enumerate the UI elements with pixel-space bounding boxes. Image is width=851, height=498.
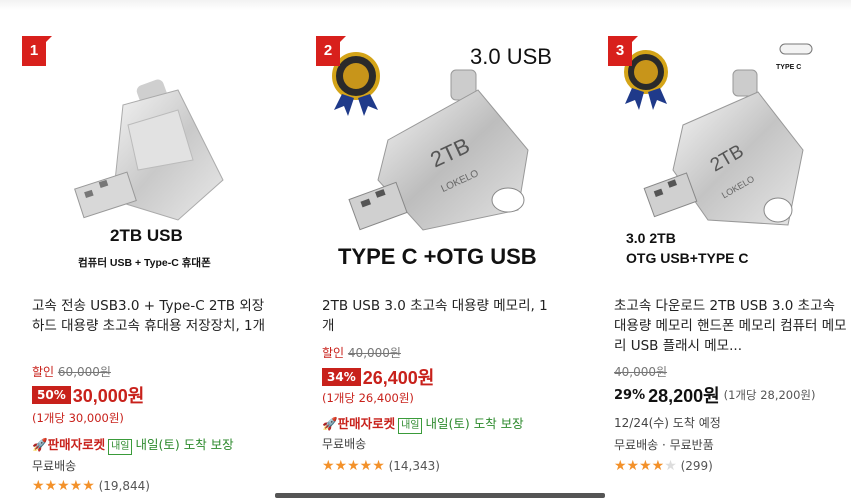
delivery-row: 🚀판매자로켓 내일 내일(토) 도착 보장 <box>32 434 234 455</box>
shipping-info: 무료배송 · 무료반품 <box>614 438 714 452</box>
rating-row: ★★★★★ (19,844) <box>32 478 150 494</box>
discount-label: 할인 <box>322 346 345 360</box>
image-caption-main: 2TB USB <box>110 226 183 245</box>
rank-badge: 1 <box>22 36 52 66</box>
discount-percent-badge: 50% <box>32 386 71 404</box>
product-card-1[interactable]: 2TB USB 컴퓨터 USB + Type-C 휴대폰 1 고속 전송 USB… <box>18 30 288 498</box>
top-divider <box>0 0 851 10</box>
discount-label: 할인 <box>32 365 55 379</box>
delivery-estimate: 12/24(수) 도착 예정 <box>614 416 721 430</box>
product-title[interactable]: 초고속 다운로드 2TB USB 3.0 초고속 대용량 메모리 핸드폰 메모리… <box>614 296 850 356</box>
original-price: 40,000원 <box>614 365 668 379</box>
discount-percent-badge: 34% <box>322 368 361 386</box>
rating-stars: ★★★★★ <box>322 458 385 474</box>
sale-price: 30,000원 <box>72 386 145 406</box>
review-count: (299) <box>680 459 713 473</box>
rocket-delivery-label: 🚀판매자로켓 <box>32 437 106 452</box>
product-card-3[interactable]: TYPE C 2TB LOKELO 3.0 2TB OTG USB+TYPE C… <box>598 30 851 498</box>
delivery-guarantee: 내일(토) 도착 보장 <box>425 416 524 431</box>
rank-badge: 3 <box>608 36 638 66</box>
tomorrow-badge: 내일 <box>398 418 423 434</box>
price-row: 29% 28,200원 (1개당 28,200원) <box>614 382 816 408</box>
image-caption-main: 3.0 2TB <box>626 230 676 246</box>
unit-price: (1개당 26,400원) <box>322 391 414 405</box>
rating-row: ★★★★★ (14,343) <box>322 458 440 474</box>
horizontal-scrollbar[interactable] <box>275 493 605 498</box>
review-count: (14,343) <box>388 459 440 473</box>
image-caption-top: 3.0 USB <box>470 44 552 69</box>
original-price: 60,000원 <box>57 365 111 379</box>
discount-row: 40,000원 <box>614 363 667 380</box>
sale-price: 28,200원 <box>648 386 720 406</box>
price-row: 50% 30,000원 <box>32 382 144 408</box>
shipping-info: 무료배송 <box>32 459 77 473</box>
rating-row: ★★★★★ (299) <box>614 458 713 474</box>
original-price: 40,000원 <box>347 346 401 360</box>
discount-row: 할인 40,000원 <box>322 344 401 361</box>
rank-badge: 2 <box>316 36 346 66</box>
image-caption-sub: OTG USB+TYPE C <box>626 250 749 266</box>
image-caption-sub: 컴퓨터 USB + Type-C 휴대폰 <box>78 257 211 269</box>
delivery-row: 🚀판매자로켓 내일 내일(토) 도착 보장 <box>322 413 524 434</box>
usb-drive-image <box>74 79 224 221</box>
rating-stars: ★★★★★ <box>32 478 95 494</box>
product-card-2[interactable]: 2TB LOKELO 3.0 USB TYPE C +OTG USB 2 2TB… <box>308 30 578 498</box>
sale-price: 26,400원 <box>362 368 435 388</box>
product-title[interactable]: 고속 전송 USB3.0 + Type-C 2TB 외장하드 대용량 초고속 휴… <box>32 296 270 336</box>
product-image[interactable]: TYPE C 2TB LOKELO 3.0 2TB OTG USB+TYPE C <box>608 30 851 285</box>
product-image[interactable]: 2TB USB 컴퓨터 USB + Type-C 휴대폰 <box>28 30 278 285</box>
image-corner-label: TYPE C <box>776 64 802 71</box>
rocket-delivery-label: 🚀판매자로켓 <box>322 416 396 431</box>
image-caption-main: TYPE C +OTG USB <box>338 244 537 269</box>
discount-row: 할인 60,000원 <box>32 363 111 380</box>
product-title[interactable]: 2TB USB 3.0 초고속 대용량 메모리, 1개 <box>322 296 560 336</box>
discount-percent: 29% <box>614 387 646 403</box>
unit-price: (1개당 28,200원) <box>723 388 816 402</box>
price-row: 34% 26,400원 <box>322 364 434 390</box>
product-image[interactable]: 2TB LOKELO 3.0 USB TYPE C +OTG USB <box>318 30 568 285</box>
delivery-guarantee: 내일(토) 도착 보장 <box>135 437 234 452</box>
rating-stars: ★★★★★ <box>614 458 677 474</box>
review-count: (19,844) <box>98 479 150 493</box>
unit-price: (1개당 30,000원) <box>32 411 124 425</box>
shipping-info: 무료배송 <box>322 437 367 451</box>
tomorrow-badge: 내일 <box>108 439 133 455</box>
